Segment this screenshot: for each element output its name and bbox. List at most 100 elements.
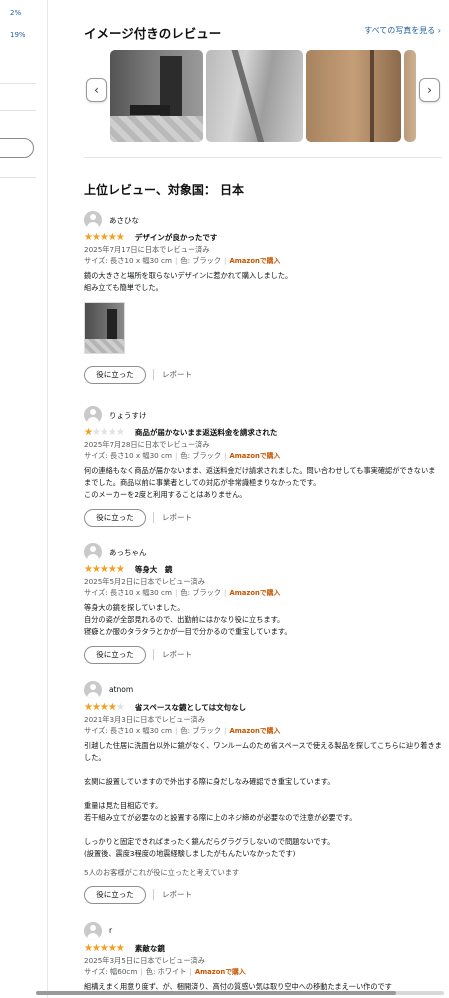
star-rating-fill: ★★★★★	[84, 702, 116, 713]
verified-purchase-badge: Amazonで購入	[229, 727, 281, 735]
review-text-line	[84, 824, 442, 836]
divider	[0, 110, 36, 111]
verified-purchase-badge: Amazonで購入	[229, 257, 281, 265]
image-detail	[370, 50, 374, 142]
review-text-line: 重量は見た目相応です。	[84, 801, 163, 810]
review-image-thumbnail[interactable]	[306, 50, 401, 142]
star-rating[interactable]: ★★★★★★★★★★	[84, 427, 125, 439]
verified-purchase-badge: Amazonで購入	[194, 968, 246, 976]
reviewer-profile[interactable]: あさひな	[84, 211, 442, 229]
star-rating[interactable]: ★★★★★★★★★★	[84, 943, 125, 955]
review-text-line	[84, 764, 442, 776]
avatar	[84, 406, 102, 424]
variant-color[interactable]: 色: ブラック	[180, 588, 221, 597]
top-reviews-title: 上位レビュー、対象国： 日本	[84, 183, 245, 197]
reviewer-profile[interactable]: r	[84, 922, 442, 940]
star-rating-fill: ★★★★★	[84, 564, 124, 575]
report-link[interactable]: レポート	[153, 649, 192, 660]
review-image-thumbnail[interactable]	[404, 50, 416, 142]
report-link[interactable]: レポート	[153, 889, 192, 900]
helpful-button[interactable]: 役に立った	[84, 886, 146, 904]
report-link[interactable]: レポート	[153, 512, 192, 523]
reviewer-name: あさひな	[109, 216, 139, 225]
star-rating[interactable]: ★★★★★★★★★★	[84, 702, 125, 714]
review-text-line: 玄関に設置していますので外出する際に身だしなみ確認でき重宝しています。	[84, 777, 335, 786]
rating-percent-2-star[interactable]: 2%	[10, 9, 21, 17]
reviewer-profile[interactable]: りょうすけ	[84, 406, 442, 424]
review-title[interactable]: 素敵な鏡	[135, 943, 165, 955]
variant-size[interactable]: サイズ: 幅60cm	[84, 967, 137, 976]
star-rating-fill: ★★★★★	[84, 427, 92, 438]
star-rating[interactable]: ★★★★★★★★★★	[84, 232, 125, 244]
review-text-line: 若干組み立てが必要なのと設置する際に上のネジ締めが必要なので注意が必要です。	[84, 813, 357, 822]
review-variant: サイズ: 長さ10 x 幅30 cm | 色: ブラック | Amazonで購入	[84, 451, 281, 460]
avatar	[84, 543, 102, 561]
variant-color[interactable]: 色: ブラック	[180, 726, 221, 735]
variant-size[interactable]: サイズ: 長さ10 x 幅30 cm	[84, 588, 172, 597]
reviewer-name: atnom	[109, 685, 134, 694]
chevron-right-icon[interactable]: ›	[419, 78, 440, 102]
image-reviews-title: イメージ付きのレビュー	[84, 26, 222, 41]
reviewer-profile[interactable]: あっちゃん	[84, 543, 442, 561]
review-text-line: 何の連絡もなく商品が届かないまま、返送料金だけ請求されました。問い合わせしても事…	[84, 466, 436, 487]
review-image-thumbnail[interactable]	[206, 50, 303, 142]
variant-size[interactable]: サイズ: 長さ10 x 幅30 cm	[84, 451, 172, 460]
review-title[interactable]: 省スペースな鏡としては文句なし	[135, 702, 246, 714]
review-title[interactable]: 等身大 鏡	[135, 564, 173, 576]
variant-color[interactable]: 色: ブラック	[180, 451, 221, 460]
helpful-button[interactable]: 役に立った	[84, 646, 146, 664]
clipped-top-links: ✔ ─ ─ ─ ─ ─ ─ ─ ─ ─ ─ ─ ─	[84, 0, 179, 2]
star-rating-fill: ★★★★★	[84, 943, 124, 954]
review-text-line: このメーカーを2度と利用することはありません。	[84, 490, 247, 499]
variant-size[interactable]: サイズ: 長さ10 x 幅30 cm	[84, 256, 172, 265]
star-rating[interactable]: ★★★★★★★★★★	[84, 564, 125, 576]
rating-percent-1-star[interactable]: 19%	[10, 31, 26, 39]
review-date: 2025年5月2日に日本でレビュー済み	[84, 577, 205, 586]
divider	[0, 83, 36, 84]
variant-color[interactable]: 色: ブラック	[180, 256, 221, 265]
section-divider	[84, 157, 442, 158]
helpful-button[interactable]: 役に立った	[84, 366, 146, 384]
reviewer-name: r	[109, 926, 113, 935]
review-body: 等身大の鏡を探していました。 自分の姿が全部見れるので、出勤前にはかなり役に立ち…	[84, 602, 442, 638]
image-carousel: ‹ ›	[84, 50, 442, 142]
verified-purchase-badge: Amazonで購入	[229, 589, 281, 597]
review-text-line: 自分の姿が全部見れるので、出勤前にはかなり役に立ちます。	[84, 615, 285, 624]
review-variant: サイズ: 長さ10 x 幅30 cm | 色: ブラック | Amazonで購入	[84, 726, 281, 735]
review-item: あっちゃん ★★★★★ ★★★★★ 等身大 鏡 2025年5月2日に日本でレビュー…	[84, 543, 442, 664]
review-text-line: 鏡の大きさと場所を取らないデザインに惹かれて購入しました。	[84, 271, 293, 280]
review-text-line: (設置後、震度3程度の地震経験しましたがもんたいなかったです)	[84, 849, 296, 858]
scrollbar-thumb[interactable]	[36, 991, 396, 995]
chevron-left-icon[interactable]: ‹	[86, 78, 107, 102]
review-item: r ★★★★★ ★★★★★ 素敵な鏡 2025年3月5日に日本でレビュー済み サイ…	[84, 922, 442, 993]
variant-size[interactable]: サイズ: 長さ10 x 幅30 cm	[84, 726, 172, 735]
review-variant: サイズ: 幅60cm | 色: ホワイト | Amazonで購入	[84, 967, 246, 976]
review-photo[interactable]	[84, 302, 125, 354]
review-variant: サイズ: 長さ10 x 幅30 cm | 色: ブラック | Amazonで購入	[84, 588, 281, 597]
review-date: 2021年3月3日に日本でレビュー済み	[84, 715, 205, 724]
reviewer-name: あっちゃん	[109, 548, 147, 557]
horizontal-scrollbar[interactable]	[36, 991, 444, 995]
image-detail	[107, 309, 117, 339]
avatar	[84, 211, 102, 229]
report-link[interactable]: レポート	[153, 369, 192, 380]
review-body: 引越した住居に洗面台以外に鏡がなく、ワンルームのため省スペースで使える製品を探し…	[84, 740, 442, 860]
reviewer-profile[interactable]: atnom	[84, 681, 442, 699]
variant-color[interactable]: 色: ホワイト	[146, 967, 187, 976]
review-text-line: 等身大の鏡を探していました。	[84, 603, 185, 612]
avatar	[84, 922, 102, 940]
review-body: 鏡の大きさと場所を取らないデザインに惹かれて購入しました。 組み立ても簡単でした…	[84, 270, 442, 294]
verified-purchase-badge: Amazonで購入	[229, 452, 281, 460]
review-body: 何の連絡もなく商品が届かないまま、返送料金だけ請求されました。問い合わせしても事…	[84, 465, 442, 501]
review-date: 2025年7月28日に日本でレビュー済み	[84, 440, 210, 449]
review-title[interactable]: デザインが良かったです	[135, 232, 218, 244]
helpful-button[interactable]: 役に立った	[84, 509, 146, 527]
write-review-button[interactable]	[0, 138, 34, 158]
see-all-photos-link[interactable]: すべての写真を見る ›	[364, 25, 441, 36]
image-detail	[85, 339, 124, 353]
reviewer-name: りょうすけ	[109, 411, 147, 420]
review-title[interactable]: 商品が届かないまま返送料金を請求された	[135, 427, 278, 439]
review-image-thumbnail[interactable]	[110, 50, 203, 142]
review-date: 2025年7月17日に日本でレビュー済み	[84, 245, 210, 254]
review-text-line	[84, 788, 442, 800]
